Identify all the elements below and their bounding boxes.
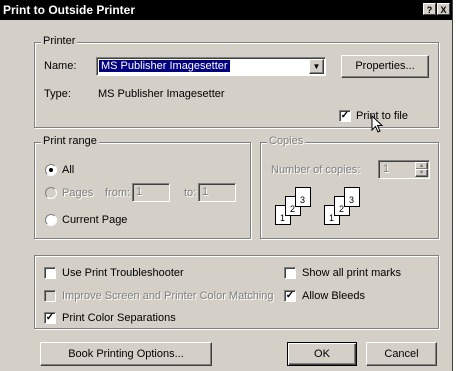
- printer-name-select[interactable]: MS Publisher Imagesetter ▼: [96, 57, 326, 76]
- use-troubleshooter-label[interactable]: Use Print Troubleshooter: [62, 267, 184, 279]
- print-range-group-label: Print range: [41, 135, 99, 147]
- color-separations-checkbox[interactable]: ✓: [44, 312, 56, 324]
- copies-number-label: Number of copies:: [271, 164, 361, 176]
- show-marks-checkbox[interactable]: [284, 267, 296, 279]
- print-range-group: Print range All Pages from: 1 to: 1 Curr…: [34, 135, 251, 239]
- all-label[interactable]: All: [62, 164, 74, 176]
- copies-group-label: Copies: [267, 135, 306, 147]
- book-printing-options-button[interactable]: Book Printing Options...: [40, 342, 212, 366]
- improve-matching-checkbox[interactable]: [44, 290, 56, 302]
- properties-button[interactable]: Properties...: [341, 55, 429, 78]
- pages-radio[interactable]: [45, 187, 57, 199]
- copies-spinner[interactable]: 1 ▲ ▼: [378, 160, 430, 179]
- improve-matching-label: Improve Screen and Printer Color Matchin…: [62, 290, 274, 302]
- show-marks-label[interactable]: Show all print marks: [302, 267, 401, 279]
- window-title: Print to Outside Printer: [3, 3, 136, 17]
- to-label: to:: [184, 187, 197, 199]
- current-page-radio[interactable]: [45, 214, 57, 226]
- allow-bleeds-checkbox[interactable]: ✓: [284, 290, 296, 302]
- print-dialog: Print to Outside Printer ? X Printer Nam…: [0, 0, 453, 371]
- to-field[interactable]: 1: [198, 183, 236, 202]
- printer-group-label: Printer: [41, 35, 78, 47]
- close-button[interactable]: X: [437, 3, 450, 15]
- mouse-cursor-icon: [371, 115, 384, 133]
- allow-bleeds-label[interactable]: Allow Bleeds: [302, 290, 365, 302]
- options-group: Use Print Troubleshooter Improve Screen …: [34, 255, 439, 329]
- copies-group: Copies Number of copies: 1 ▲ ▼ 1 2 3 1 2…: [260, 135, 439, 239]
- title-bar: Print to Outside Printer ? X: [0, 0, 452, 20]
- spin-down-icon[interactable]: ▼: [415, 169, 428, 177]
- current-page-label[interactable]: Current Page: [62, 214, 127, 226]
- cancel-button[interactable]: Cancel: [366, 342, 437, 366]
- printer-group: Printer Name: MS Publisher Imagesetter ▼…: [34, 35, 439, 133]
- copies-number-value: 1: [383, 163, 390, 175]
- name-label: Name:: [44, 60, 77, 72]
- ok-button[interactable]: OK: [287, 342, 357, 366]
- type-label: Type:: [44, 88, 71, 100]
- use-troubleshooter-checkbox[interactable]: [44, 267, 56, 279]
- collate-pages-icon: 1 2 3: [275, 187, 319, 225]
- dropdown-arrow-icon[interactable]: ▼: [309, 59, 324, 74]
- help-button[interactable]: ?: [423, 3, 436, 15]
- print-to-file-checkbox[interactable]: ✓: [339, 110, 351, 122]
- page-number: 3: [349, 195, 355, 205]
- all-radio[interactable]: [45, 164, 57, 176]
- to-value: 1: [202, 186, 209, 198]
- from-label: from:: [105, 187, 131, 199]
- color-separations-label[interactable]: Print Color Separations: [62, 312, 176, 324]
- type-value: MS Publisher Imagesetter: [98, 88, 225, 100]
- from-field[interactable]: 1: [132, 183, 170, 202]
- from-value: 1: [136, 186, 143, 198]
- collate-pages-icon: 1 2 3: [324, 187, 368, 225]
- page-number: 3: [300, 195, 306, 205]
- printer-name-value: MS Publisher Imagesetter: [99, 60, 230, 72]
- pages-label: Pages: [62, 187, 94, 199]
